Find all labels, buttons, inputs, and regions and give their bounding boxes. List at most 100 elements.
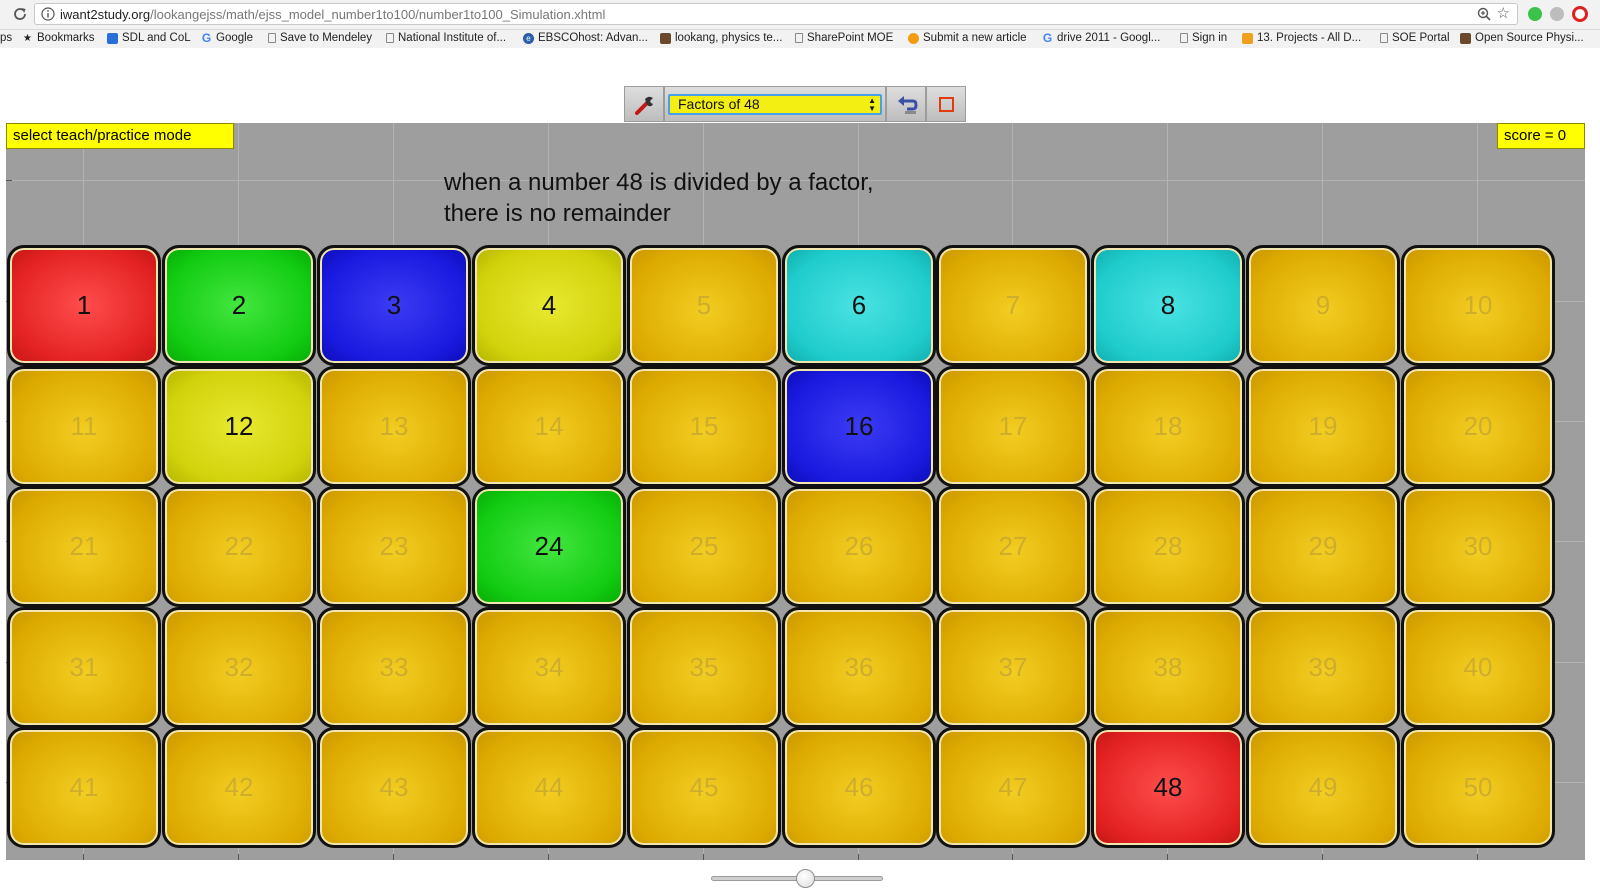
bookmark-item[interactable]: 13. Projects - All D... (1242, 32, 1361, 44)
number-tile[interactable]: 19 (1246, 366, 1400, 487)
number-tile[interactable]: 21 (7, 486, 161, 607)
bookmark-item[interactable]: ps (0, 32, 12, 44)
number-tile[interactable]: 48 (1091, 727, 1245, 848)
bookmark-item[interactable]: Submit a new article (908, 32, 1027, 44)
stop-button[interactable] (926, 86, 966, 122)
number-tile[interactable]: 26 (782, 486, 936, 607)
tile-number: 24 (534, 531, 564, 561)
number-tile[interactable]: 32 (162, 607, 316, 728)
bookmark-label: Save to Mendeley (280, 32, 373, 44)
number-tile[interactable]: 14 (472, 366, 626, 487)
settings-button[interactable] (624, 86, 664, 122)
tile-number: 3 (386, 290, 402, 320)
bookmark-item[interactable]: Save to Mendeley (268, 32, 372, 44)
number-tile[interactable]: 6 (782, 245, 936, 366)
undo-button[interactable] (886, 86, 926, 122)
number-tile[interactable]: 28 (1091, 486, 1245, 607)
number-tile[interactable]: 41 (7, 727, 161, 848)
tile-number: 31 (69, 652, 99, 682)
bookmark-item[interactable]: National Institute of... (386, 32, 506, 44)
bookmark-star-icon[interactable]: ☆ (1497, 5, 1510, 23)
bookmark-label: Sign in (1192, 32, 1228, 44)
number-tile[interactable]: 34 (472, 607, 626, 728)
star-icon: ★ (23, 32, 32, 44)
mode-label[interactable]: select teach/practice mode (6, 123, 234, 149)
number-tile[interactable]: 44 (472, 727, 626, 848)
number-tile[interactable]: 10 (1401, 245, 1555, 366)
number-tile[interactable]: 29 (1246, 486, 1400, 607)
number-tile[interactable]: 49 (1246, 727, 1400, 848)
number-tile[interactable]: 33 (317, 607, 471, 728)
address-bar[interactable]: iwant2study.org/lookangejss/math/ejss_mo… (34, 3, 1518, 25)
number-tile[interactable]: 30 (1401, 486, 1555, 607)
extension-green-icon[interactable] (1528, 7, 1542, 21)
zoom-icon[interactable] (1477, 7, 1491, 21)
tile-number: 20 (1463, 411, 1493, 441)
number-tile[interactable]: 39 (1246, 607, 1400, 728)
number-tile[interactable]: 35 (627, 607, 781, 728)
number-tile[interactable]: 50 (1401, 727, 1555, 848)
number-tile[interactable]: 43 (317, 727, 471, 848)
extension-opera-icon[interactable] (1572, 6, 1588, 22)
number-tile[interactable]: 3 (317, 245, 471, 366)
number-tile[interactable]: 38 (1091, 607, 1245, 728)
number-tile[interactable]: 25 (627, 486, 781, 607)
extension-cloud-icon[interactable] (1550, 7, 1564, 21)
info-icon[interactable] (41, 7, 55, 21)
number-tile[interactable]: 4 (472, 245, 626, 366)
slider-thumb[interactable] (795, 869, 815, 888)
bookmark-item[interactable]: Open Source Physi... (1460, 32, 1584, 44)
number-tile[interactable]: 27 (936, 486, 1090, 607)
number-tile[interactable]: 11 (7, 366, 161, 487)
url-text[interactable]: iwant2study.org/lookangejss/math/ejss_mo… (60, 7, 605, 22)
number-tile[interactable]: 13 (317, 366, 471, 487)
orange-circle-icon (908, 32, 919, 44)
number-tile[interactable]: 42 (162, 727, 316, 848)
speed-slider[interactable] (711, 869, 883, 889)
number-tile[interactable]: 16 (782, 366, 936, 487)
reload-icon[interactable] (11, 5, 29, 23)
tile-number: 39 (1308, 652, 1338, 682)
bookmark-item[interactable]: e EBSCOhost: Advan... (523, 32, 648, 44)
number-tile[interactable]: 24 (472, 486, 626, 607)
mode-select[interactable]: Factors of 48 ▲ ▼ (668, 94, 882, 115)
bookmark-item[interactable]: Gdrive 2011 - Googl... (1042, 32, 1161, 45)
bookmark-item[interactable]: SDL and CoL (107, 32, 191, 44)
bookmark-item[interactable]: ★ Bookmarks (22, 32, 95, 44)
number-tile[interactable]: 5 (627, 245, 781, 366)
tile-number: 37 (998, 652, 1028, 682)
bookmark-label: SOE Portal (1392, 32, 1450, 44)
number-tile[interactable]: 46 (782, 727, 936, 848)
bookmark-item[interactable]: Sign in (1180, 32, 1227, 44)
tile-number: 1 (76, 290, 92, 320)
bookmark-item[interactable]: G Google (201, 32, 253, 45)
tile-number: 38 (1153, 652, 1183, 682)
number-tile[interactable]: 18 (1091, 366, 1245, 487)
number-tile[interactable]: 47 (936, 727, 1090, 848)
number-tile[interactable]: 40 (1401, 607, 1555, 728)
number-tile[interactable]: 15 (627, 366, 781, 487)
number-tile[interactable]: 7 (936, 245, 1090, 366)
number-tile[interactable]: 1 (7, 245, 161, 366)
number-tile[interactable]: 31 (7, 607, 161, 728)
number-tile[interactable]: 17 (936, 366, 1090, 487)
tile-number: 12 (224, 411, 254, 441)
number-tile[interactable]: 8 (1091, 245, 1245, 366)
number-tile[interactable]: 37 (936, 607, 1090, 728)
tile-number: 46 (844, 772, 874, 802)
grid-icon (1242, 32, 1253, 44)
number-tile[interactable]: 2 (162, 245, 316, 366)
number-tile[interactable]: 12 (162, 366, 316, 487)
tile-number: 2 (231, 290, 247, 320)
number-tile[interactable]: 22 (162, 486, 316, 607)
axis-tick (6, 180, 12, 181)
number-tile[interactable]: 23 (317, 486, 471, 607)
number-tile[interactable]: 45 (627, 727, 781, 848)
bookmark-item[interactable]: SharePoint MOE (795, 32, 893, 44)
number-tile[interactable]: 20 (1401, 366, 1555, 487)
bookmark-item[interactable]: SOE Portal (1380, 32, 1450, 44)
number-tile[interactable]: 36 (782, 607, 936, 728)
number-tile[interactable]: 9 (1246, 245, 1400, 366)
score-label: score = 0 (1497, 123, 1585, 149)
bookmark-item[interactable]: lookang, physics te... (660, 32, 782, 44)
